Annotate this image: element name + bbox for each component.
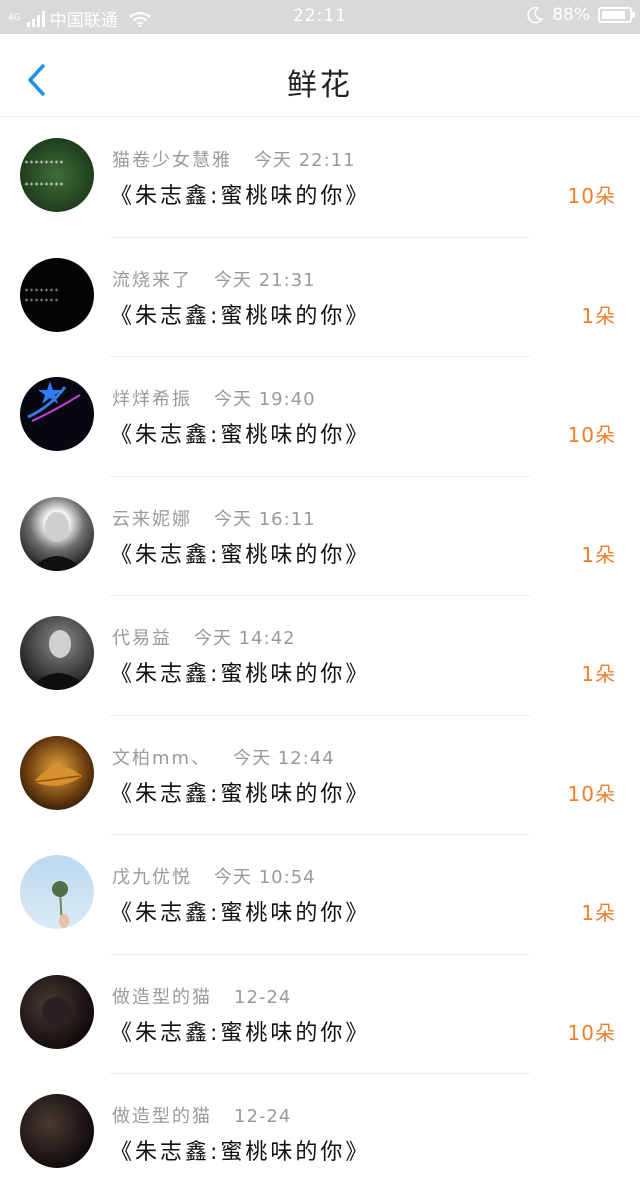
flower-count: 10朵 [567,1020,616,1045]
flower-count: 10朵 [567,423,616,447]
sender-name: 戊九优悦 [112,867,192,888]
sender-name: 流烧来了 [112,269,192,291]
song-title: 《朱志鑫:蜜桃味的你》 [110,1140,371,1165]
sent-time: 今天 10:54 [214,867,316,888]
song-title: 《朱志鑫:蜜桃味的你》 [110,423,371,448]
flower-count: 1朵 [581,901,616,925]
avatar[interactable] [20,974,94,1049]
sender-name: 烊烊希振 [112,389,192,410]
sent-time: 12-24 [234,1106,292,1127]
sent-time: 今天 21:31 [214,269,316,291]
sender-name: 做造型的猫 [112,1106,212,1127]
item-meta: 流烧来了 今天 21:31 [112,266,316,292]
battery-percent: 88% [552,5,590,25]
item-meta: 做造型的猫 12-24 [112,983,291,1009]
list-item[interactable]: 文柏mm、 今天 12:44 《朱志鑫:蜜桃味的你》 10朵 [0,716,640,835]
avatar[interactable] [20,735,94,810]
person-photo-icon [30,511,84,571]
sender-name: 做造型的猫 [112,986,212,1008]
avatar[interactable] [20,377,94,451]
item-meta: 做造型的猫 12-24 [112,1102,291,1128]
list-item[interactable]: 戊九优悦 今天 10:54 《朱志鑫:蜜桃味的你》 1朵 [0,835,640,955]
sender-name: 云来妮娜 [112,508,192,530]
flower-gift-list: ＊＊＊＊＊＊＊＊ ＊＊＊＊＊＊＊＊ 猫卷少女慧雅 今天 22:11 《朱志鑫:蜜桃… [0,118,640,1194]
nav-bar: 鲜花 [0,34,640,117]
list-item[interactable]: 做造型的猫 12-24 《朱志鑫:蜜桃味的你》 10朵 [0,955,640,1074]
sent-time: 12-24 [234,986,292,1008]
dandelion-photo-icon [52,881,69,928]
person-photo-icon [28,630,90,690]
star-image-icon [27,381,81,422]
avatar[interactable] [20,616,94,690]
sender-name: 猫卷少女慧雅 [112,150,232,171]
song-title: 《朱志鑫:蜜桃味的你》 [110,662,371,687]
flower-count: 10朵 [567,781,616,806]
dark-photo-icon [42,996,70,1025]
item-meta: 云来妮娜 今天 16:11 [112,505,316,531]
avatar[interactable] [20,1094,94,1168]
avatar[interactable]: ＊＊＊＊＊＊＊＊ ＊＊＊＊＊＊＊＊ [20,138,94,212]
moon-icon [527,6,544,24]
sent-time: 今天 19:40 [214,389,316,410]
song-title: 《朱志鑫:蜜桃味的你》 [110,303,371,329]
battery-icon [598,7,635,23]
flower-count: 10朵 [567,184,616,208]
status-right: 88% [526,5,635,25]
sent-time: 今天 16:11 [214,508,316,530]
sender-name: 文柏mm、 [112,747,212,769]
item-meta: 代易益 今天 14:42 [112,624,296,650]
list-item[interactable]: 云来妮娜 今天 16:11 《朱志鑫:蜜桃味的你》 1朵 [0,477,640,596]
leaf-photo-icon [33,765,82,786]
item-meta: 文柏mm、 今天 12:44 [112,744,335,770]
avatar[interactable]: ＊＊＊＊＊＊＊ ＊＊＊＊＊＊＊ [20,257,94,332]
flower-count: 1朵 [581,303,616,328]
flower-count: 1朵 [581,662,616,686]
battery-fill [602,11,625,19]
sent-time: 今天 22:11 [254,150,356,171]
list-item[interactable]: 代易益 今天 14:42 《朱志鑫:蜜桃味的你》 1朵 [0,596,640,716]
flower-count: 1朵 [581,542,616,567]
status-bar: 4G 中国联通 22:11 88% [0,0,640,34]
item-meta: 戊九优悦 今天 10:54 [112,863,316,889]
song-title: 《朱志鑫:蜜桃味的你》 [110,901,371,926]
battery-tip [632,12,635,18]
list-item[interactable]: ＊＊＊＊＊＊＊＊ ＊＊＊＊＊＊＊＊ 猫卷少女慧雅 今天 22:11 《朱志鑫:蜜桃… [0,118,640,238]
song-title: 《朱志鑫:蜜桃味的你》 [110,542,371,568]
song-title: 《朱志鑫:蜜桃味的你》 [110,1020,371,1046]
item-meta: 烊烊希振 今天 19:40 [112,385,316,411]
sent-time: 今天 14:42 [194,628,296,649]
list-item[interactable]: 烊烊希振 今天 19:40 《朱志鑫:蜜桃味的你》 10朵 [0,357,640,477]
item-meta: 猫卷少女慧雅 今天 22:11 [112,146,356,172]
list-item[interactable]: ＊＊＊＊＊＊＊ ＊＊＊＊＊＊＊ 流烧来了 今天 21:31 《朱志鑫:蜜桃味的你》… [0,238,640,357]
page-title: 鲜花 [287,68,353,103]
avatar[interactable] [20,855,94,929]
sender-name: 代易益 [112,628,172,649]
avatar[interactable] [20,496,94,571]
sent-time: 今天 12:44 [233,747,335,769]
list-item[interactable]: 做造型的猫 12-24 《朱志鑫:蜜桃味的你》 [0,1074,640,1194]
song-title: 《朱志鑫:蜜桃味的你》 [110,184,371,209]
song-title: 《朱志鑫:蜜桃味的你》 [110,781,371,807]
